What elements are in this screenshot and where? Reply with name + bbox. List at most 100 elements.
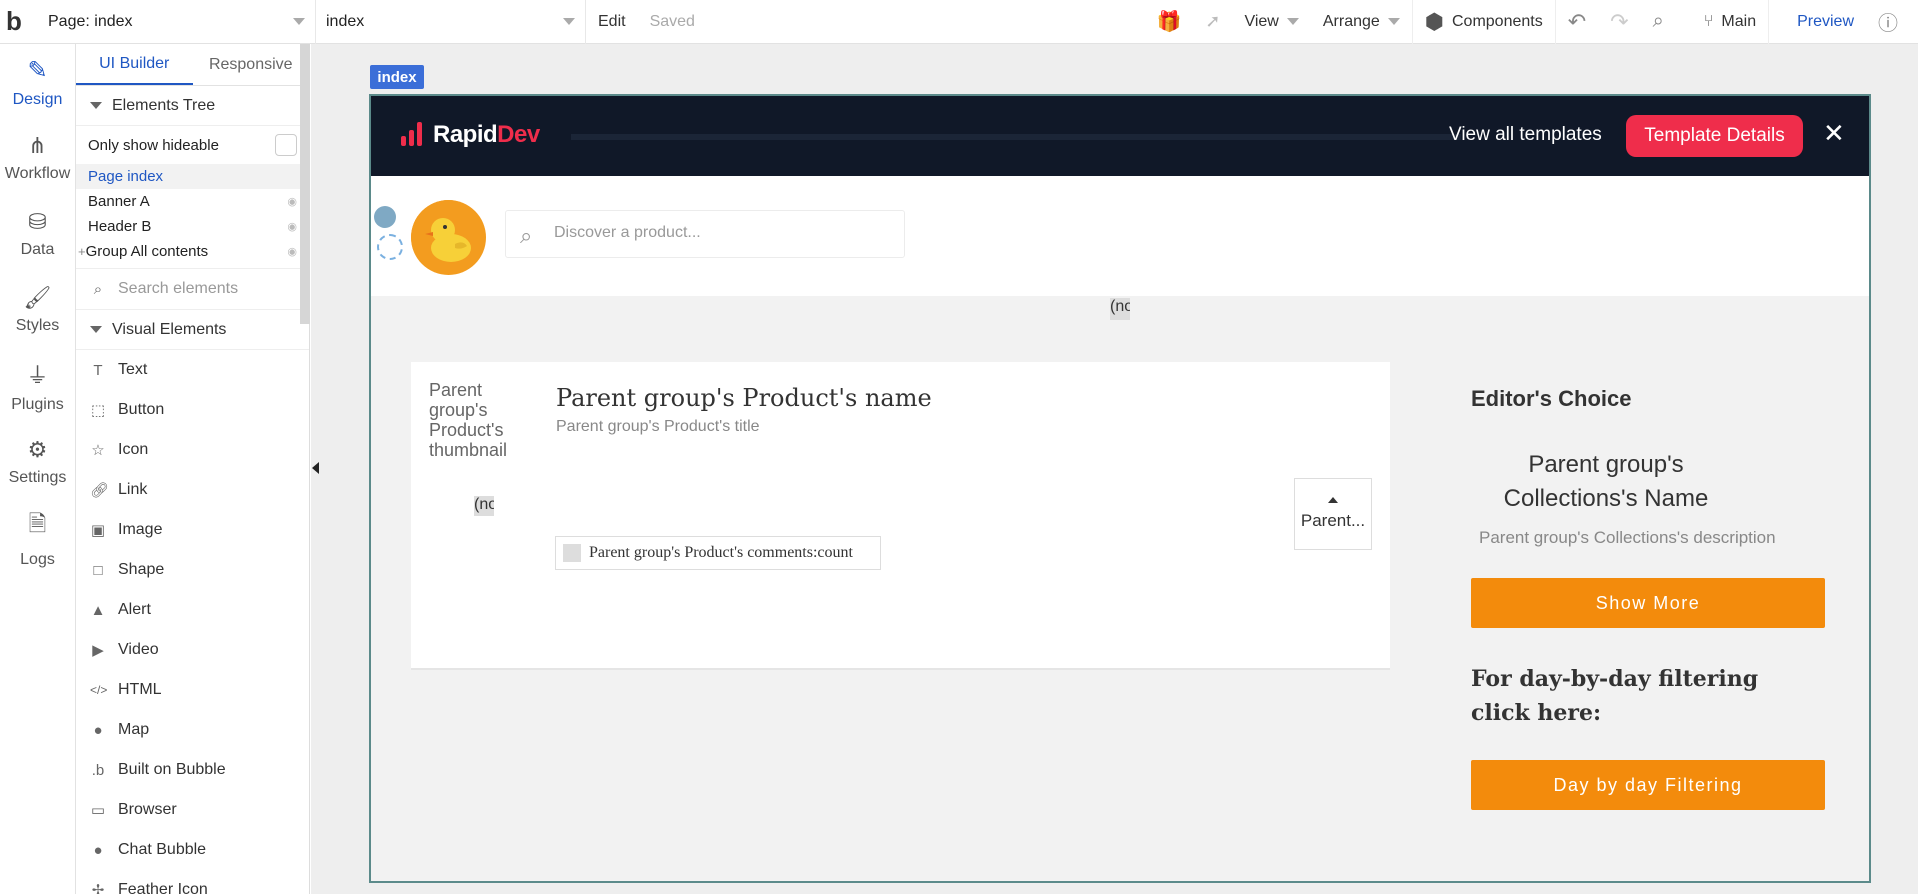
element-label: Alert xyxy=(118,601,151,618)
template-details-button[interactable]: Template Details xyxy=(1626,115,1803,157)
image-icon: ▣ xyxy=(90,522,106,539)
product-thumbnail[interactable]: Parent group's Product's thumbnail xyxy=(429,380,519,460)
search-elements-field[interactable]: ⌕ Search elements xyxy=(76,268,309,310)
bubble-logo-icon[interactable]: b xyxy=(0,0,38,44)
redo-icon[interactable]: ↷ xyxy=(1598,0,1640,44)
element-map[interactable]: ● Map xyxy=(76,710,309,750)
product-title[interactable]: Parent group's Product's title xyxy=(556,418,760,436)
tab-responsive[interactable]: Responsive xyxy=(193,44,310,85)
banner-a[interactable]: RapidDev View all templates Template Det… xyxy=(371,96,1869,176)
nav-logs[interactable]: 🗎 Logs xyxy=(0,500,75,576)
chevron-down-icon xyxy=(1286,18,1299,25)
nav-settings[interactable]: ⚙ Settings xyxy=(0,424,75,500)
search-icon: ⌕ xyxy=(93,280,103,298)
editors-choice-heading[interactable]: Editor's Choice xyxy=(1471,386,1631,412)
nav-workflow[interactable]: ⋔ Workflow xyxy=(0,120,75,196)
collapse-triangle-icon xyxy=(90,102,102,109)
arrange-menu[interactable]: Arrange xyxy=(1311,0,1412,44)
element-image[interactable]: ▣ Image xyxy=(76,510,309,550)
page-selector[interactable]: Page: index xyxy=(38,0,316,44)
undo-icon[interactable]: ↶ xyxy=(1554,0,1598,44)
collection-description[interactable]: Parent group's Collections's description xyxy=(1479,528,1809,548)
day-by-day-filtering-button[interactable]: Day by day Filtering xyxy=(1471,760,1825,810)
element-chat-bubble[interactable]: ● Chat Bubble xyxy=(76,830,309,870)
preview-link[interactable]: Preview xyxy=(1768,0,1866,44)
gear-icon[interactable] xyxy=(377,234,403,260)
branch-icon: ⑂ xyxy=(1703,12,1714,30)
element-alert[interactable]: ▲ Alert xyxy=(76,590,309,630)
product-search-input[interactable]: ⌕ Discover a product... xyxy=(505,210,905,258)
header-b[interactable]: ⌕ Discover a product... xyxy=(371,176,1869,296)
nav-data[interactable]: ⛁ Data xyxy=(0,196,75,272)
element-shape[interactable]: □ Shape xyxy=(76,550,309,590)
brush-icon: 🖌 xyxy=(23,285,52,310)
page-tag[interactable]: index xyxy=(370,65,424,89)
expand-plus-icon[interactable]: + xyxy=(78,244,86,259)
tree-item-label: Group All contents xyxy=(85,243,209,260)
element-icon[interactable]: ☆ Icon xyxy=(76,430,309,470)
product-card[interactable]: Parent group's Product's thumbnail (no P… xyxy=(411,362,1390,670)
day-by-day-heading[interactable]: For day-by-day filtering click here: xyxy=(1471,662,1801,730)
panel-scrollbar[interactable] xyxy=(300,44,310,324)
element-label: Button xyxy=(118,401,165,418)
empty-text-element[interactable]: (no xyxy=(1110,298,1130,320)
eye-icon[interactable]: ◉ xyxy=(287,245,297,258)
nav-styles[interactable]: 🖌 Styles xyxy=(0,272,75,348)
collection-name-text: Parent group's Collections's Name xyxy=(1503,451,1709,512)
element-video[interactable]: ▶ Video xyxy=(76,630,309,670)
collapse-panel-arrow-icon[interactable] xyxy=(312,462,319,474)
elements-tree-header[interactable]: Elements Tree xyxy=(76,86,309,126)
tree-item-page-index[interactable]: Page index xyxy=(76,164,309,189)
components-button[interactable]: ⬢ Components xyxy=(1411,0,1555,44)
elements-tree-label: Elements Tree xyxy=(112,96,216,114)
tree-item-label: Banner A xyxy=(88,193,150,210)
status-dot xyxy=(374,206,396,228)
tree-item-header-b[interactable]: Header B ◉ xyxy=(76,214,309,239)
nav-design[interactable]: ✎ Design xyxy=(0,44,75,120)
nav-plugins[interactable]: ⏚ Plugins xyxy=(0,348,75,424)
rapiddev-logo-icon xyxy=(401,122,422,146)
view-menu[interactable]: View xyxy=(1232,0,1310,44)
element-built-on-bubble[interactable]: .b Built on Bubble xyxy=(76,750,309,790)
search-icon[interactable]: ⌕ xyxy=(1641,0,1676,44)
element-text[interactable]: T Text xyxy=(76,350,309,390)
visual-elements-header[interactable]: Visual Elements xyxy=(76,310,309,350)
document-icon: 🗎 xyxy=(28,511,47,536)
plug-icon: ⏚ xyxy=(26,363,49,388)
duck-logo[interactable] xyxy=(411,200,486,275)
tree-item-label: Page index xyxy=(88,168,164,185)
edit-menu[interactable]: Edit xyxy=(586,0,638,44)
element-button[interactable]: ⬚ Button xyxy=(76,390,309,430)
cursor-icon[interactable]: ➚ xyxy=(1193,0,1232,44)
page-selector-label: Page: index xyxy=(48,12,133,30)
close-icon[interactable]: ✕ xyxy=(1823,118,1845,149)
page-tag-label: index xyxy=(377,68,417,86)
tab-ui-builder[interactable]: UI Builder xyxy=(76,44,193,85)
element-feather-icon[interactable]: ✢ Feather Icon xyxy=(76,870,309,894)
comments-count[interactable]: Parent group's Product's comments:count xyxy=(555,536,881,570)
element-selector[interactable]: index xyxy=(316,0,586,44)
view-all-templates-link[interactable]: View all templates xyxy=(1449,124,1602,146)
empty-text-element[interactable]: (no xyxy=(474,496,494,516)
eye-icon[interactable]: ◉ xyxy=(287,220,297,233)
tree-item-banner-a[interactable]: Banner A ◉ xyxy=(76,189,309,214)
element-browser[interactable]: ▭ Browser xyxy=(76,790,309,830)
monitor-icon: ▭ xyxy=(90,802,106,819)
tree-item-label: Header B xyxy=(88,218,152,235)
comment-icon xyxy=(563,544,581,562)
collection-name[interactable]: Parent group's Collections's Name xyxy=(1491,448,1721,516)
help-icon[interactable]: ⓘ xyxy=(1866,0,1918,44)
product-name[interactable]: Parent group's Product's name xyxy=(556,384,932,412)
element-link[interactable]: 🔗︎ Link xyxy=(76,470,309,510)
upvote-button[interactable]: Parent... xyxy=(1294,478,1372,550)
element-label: Chat Bubble xyxy=(118,841,207,858)
element-html[interactable]: </> HTML xyxy=(76,670,309,710)
eye-icon[interactable]: ◉ xyxy=(287,195,297,208)
page-index[interactable]: RapidDev View all templates Template Det… xyxy=(369,94,1871,883)
only-hideable-checkbox[interactable] xyxy=(275,134,297,156)
chat-bubble-icon: ● xyxy=(93,841,103,859)
show-more-button[interactable]: Show More xyxy=(1471,578,1825,628)
tree-item-group-all-contents[interactable]: +Group All contents ◉ xyxy=(76,239,309,264)
branch-selector[interactable]: ⑂ Main xyxy=(1676,0,1768,44)
gift-icon[interactable]: 🎁 xyxy=(1144,0,1193,44)
